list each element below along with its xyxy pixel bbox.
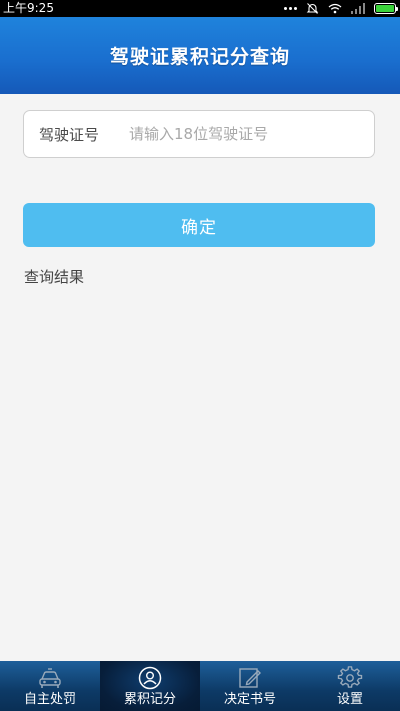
tab-self-penalty[interactable]: 自主处罚 — [0, 661, 100, 711]
wifi-icon — [328, 3, 342, 14]
screen: 上午9:25 驾驶证累积记分查询 驾驶证号 请输入18位驾驶证号 确定 查询结果… — [0, 0, 400, 711]
tab-label: 决定书号 — [223, 692, 276, 707]
user-icon — [138, 666, 162, 690]
tab-label: 自主处罚 — [23, 692, 76, 707]
alarm-off-icon — [306, 3, 319, 14]
signal-icon — [351, 3, 365, 14]
query-result-label: 查询结果 — [24, 268, 85, 286]
tab-label: 累积记分 — [123, 692, 176, 707]
tab-accumulated-points[interactable]: 累积记分 — [100, 661, 200, 711]
page-title: 驾驶证累积记分查询 — [109, 46, 290, 68]
car-icon — [39, 668, 61, 688]
title-bar: 驾驶证累积记分查询 — [0, 17, 400, 94]
more-notifications-icon — [284, 7, 297, 10]
bottom-tab-bar: 自主处罚 累积记分 决定书号 设置 — [0, 661, 400, 711]
tab-label: 设置 — [336, 692, 363, 707]
tab-decision-number[interactable]: 决定书号 — [200, 661, 300, 711]
license-number-field[interactable]: 驾驶证号 — [23, 110, 375, 158]
status-time: 上午9:25 — [3, 1, 54, 15]
gear-icon — [337, 666, 363, 688]
tab-settings[interactable]: 设置 — [300, 661, 400, 711]
edit-icon — [239, 668, 261, 688]
confirm-button[interactable]: 确定 — [23, 203, 375, 247]
battery-icon — [374, 3, 398, 14]
status-bar: 上午9:25 — [0, 0, 400, 17]
license-number-label: 驾驶证号 — [39, 125, 100, 144]
license-number-input[interactable] — [129, 111, 374, 157]
